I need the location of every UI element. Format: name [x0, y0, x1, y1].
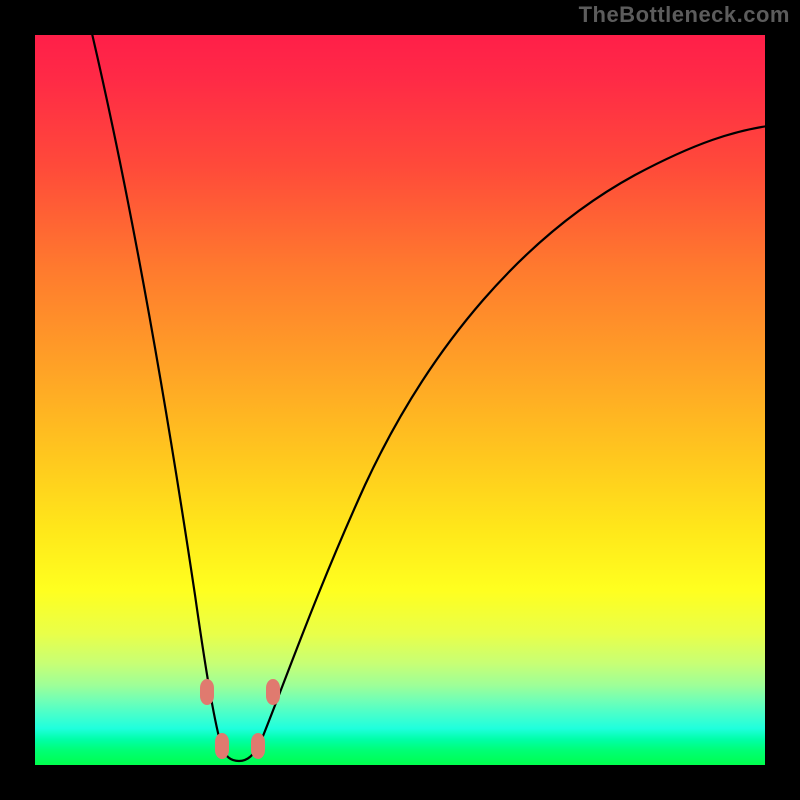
marker-blob: [215, 733, 229, 759]
chart-frame: TheBottleneck.com: [0, 0, 800, 800]
curve-layer: [35, 35, 765, 765]
marker-blob: [266, 679, 280, 705]
watermark-text: TheBottleneck.com: [579, 2, 790, 28]
plot-area: [35, 35, 765, 765]
bottleneck-curve: [90, 35, 765, 761]
marker-blob: [251, 733, 265, 759]
marker-blob: [200, 679, 214, 705]
